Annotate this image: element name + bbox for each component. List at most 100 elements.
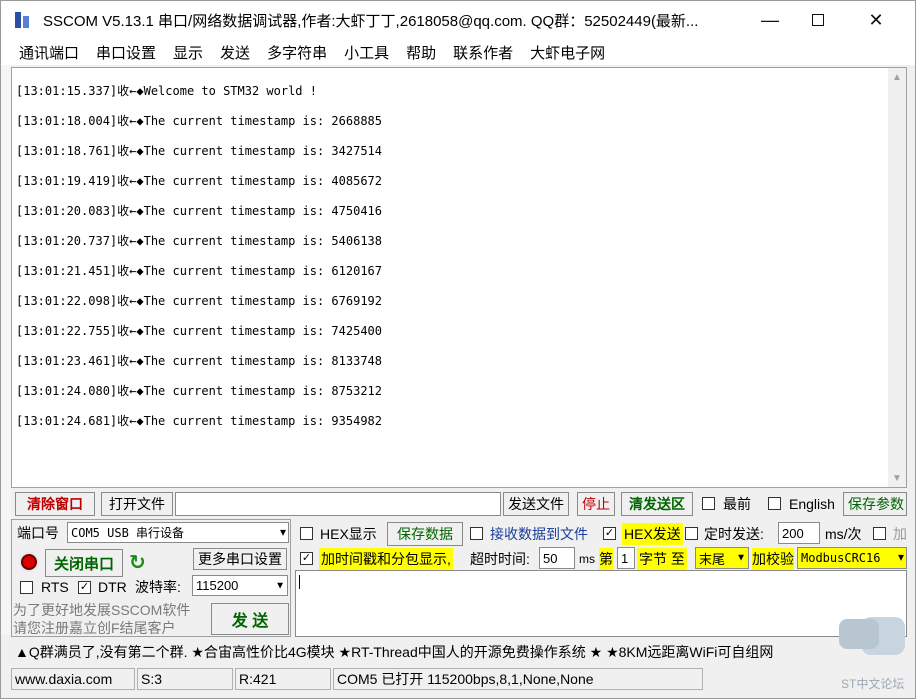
promo-line-1: 为了更好地发展SSCOM软件	[13, 602, 191, 618]
timed-interval-input[interactable]: 200	[778, 522, 820, 544]
maximize-button[interactable]	[789, 1, 847, 39]
dtr-label: DTR	[98, 579, 127, 595]
baud-select[interactable]: 115200 ▼	[192, 575, 288, 596]
timeout-input[interactable]: 50	[539, 547, 575, 569]
checksum-label: 加校验	[752, 548, 794, 570]
status-sent-count: S:3	[137, 668, 233, 690]
save-params-button[interactable]: 保存参数	[843, 492, 907, 516]
rts-label: RTS	[41, 579, 69, 595]
log-line: [13:01:24.080]收←◆The current timestamp i…	[16, 384, 383, 398]
menu-tools[interactable]: 小工具	[344, 42, 389, 63]
chevron-down-icon: ▼	[275, 580, 285, 591]
port-status-led	[21, 554, 37, 570]
menu-port-settings[interactable]: 串口设置	[96, 42, 156, 63]
window-title: SSCOM V5.13.1 串口/网络数据调试器,作者:大虾丁丁,2618058…	[43, 12, 699, 30]
menu-daxia-site[interactable]: 大虾电子网	[530, 42, 605, 63]
menu-display[interactable]: 显示	[173, 42, 203, 63]
status-port-state: COM5 已打开 115200bps,8,1,None,None	[333, 668, 703, 690]
menu-multi-string[interactable]: 多字符串	[267, 42, 327, 63]
byte-range-label: 字节 至	[637, 548, 687, 570]
log-line: [13:01:20.083]收←◆The current timestamp i…	[16, 204, 383, 218]
chevron-down-icon: ▼	[897, 552, 904, 564]
save-data-button[interactable]: 保存数据	[387, 522, 463, 546]
menu-contact[interactable]: 联系作者	[453, 42, 513, 63]
recv-to-file-checkbox[interactable]	[470, 527, 483, 540]
log-line: [13:01:21.451]收←◆The current timestamp i…	[16, 264, 383, 278]
log-line: [13:01:15.337]收←◆Welcome to STM32 world …	[16, 84, 317, 98]
log-line: [13:01:22.098]收←◆The current timestamp i…	[16, 294, 383, 308]
hex-send-checkbox[interactable]: ✓	[603, 527, 616, 540]
chevron-down-icon: ▼	[279, 527, 286, 538]
port-value: COM5 USB 串行设备	[71, 526, 185, 540]
byte-prefix-label: 第	[599, 548, 613, 570]
text-caret	[299, 575, 300, 589]
stop-button[interactable]: 停止	[577, 492, 615, 516]
log-line: [13:01:22.755]收←◆The current timestamp i…	[16, 324, 383, 338]
log-line: [13:01:23.461]收←◆The current timestamp i…	[16, 354, 383, 368]
checksum-select[interactable]: ModbusCRC16 ▼	[797, 547, 907, 569]
dtr-checkbox[interactable]: ✓	[78, 581, 91, 594]
scroll-up-icon[interactable]: ▲	[888, 68, 906, 86]
maximize-icon	[812, 14, 824, 26]
frontmost-label: 最前	[723, 496, 751, 512]
receive-scrollbar[interactable]: ▲ ▼	[888, 68, 906, 487]
watermark: ST中文论坛	[837, 617, 907, 691]
port-label: 端口号	[17, 525, 59, 541]
log-line: [13:01:18.761]收←◆The current timestamp i…	[16, 144, 383, 158]
menu-bar: 通讯端口 串口设置 显示 发送 多字符串 小工具 帮助 联系作者 大虾电子网	[1, 39, 915, 65]
send-file-button[interactable]: 发送文件	[503, 492, 569, 516]
chat-bubble-icon	[839, 619, 879, 649]
send-button[interactable]: 发 送	[211, 603, 289, 635]
menu-help[interactable]: 帮助	[406, 42, 436, 63]
menu-send[interactable]: 发送	[220, 42, 250, 63]
close-port-button[interactable]: 关闭串口	[45, 549, 123, 577]
add-checkbox[interactable]	[873, 527, 886, 540]
byte-end-select[interactable]: 末尾 ▼	[695, 547, 749, 569]
close-icon: ✕	[868, 9, 884, 30]
file-path-input[interactable]	[175, 492, 501, 516]
rts-checkbox[interactable]	[20, 581, 33, 594]
timed-unit-label: ms/次	[825, 526, 862, 542]
checksum-value: ModbusCRC16	[801, 551, 881, 565]
scroll-down-icon[interactable]: ▼	[888, 469, 906, 487]
more-settings-button[interactable]: 更多串口设置	[193, 548, 287, 570]
clear-send-button[interactable]: 清发送区	[621, 492, 693, 516]
timed-send-label: 定时发送:	[704, 526, 764, 542]
chevron-down-icon: ▼	[736, 552, 746, 564]
byte-index-input[interactable]: 1	[617, 547, 635, 569]
status-recv-count: R:421	[235, 668, 331, 690]
refresh-icon[interactable]: ↻	[129, 550, 146, 575]
timestamp-checkbox[interactable]: ✓	[300, 552, 313, 565]
close-button[interactable]: ✕	[847, 1, 905, 39]
app-window: SSCOM V5.13.1 串口/网络数据调试器,作者:大虾丁丁,2618058…	[0, 0, 916, 699]
hex-display-checkbox[interactable]	[300, 527, 313, 540]
status-bar: www.daxia.com S:3 R:421 COM5 已打开 115200b…	[11, 667, 907, 691]
recv-to-file-label: 接收数据到文件	[490, 526, 588, 542]
title-bar: SSCOM V5.13.1 串口/网络数据调试器,作者:大虾丁丁,2618058…	[1, 1, 915, 39]
hex-send-label: HEX发送	[622, 523, 683, 545]
status-site[interactable]: www.daxia.com	[11, 668, 135, 690]
baud-value: 115200	[196, 578, 239, 593]
receive-area[interactable]: [13:01:15.337]收←◆Welcome to STM32 world …	[11, 67, 907, 488]
english-checkbox[interactable]	[768, 497, 781, 510]
log-line: [13:01:20.737]收←◆The current timestamp i…	[16, 234, 383, 248]
port-select[interactable]: COM5 USB 串行设备 ▼	[67, 522, 289, 543]
log-line: [13:01:24.681]收←◆The current timestamp i…	[16, 414, 383, 428]
byte-end-value: 末尾	[699, 551, 726, 567]
open-file-button[interactable]: 打开文件	[101, 492, 173, 516]
clear-window-button[interactable]: 清除窗口	[15, 492, 95, 516]
frontmost-checkbox[interactable]	[702, 497, 715, 510]
announcement-bar[interactable]: ▲Q群满员了,没有第二个群. ★合宙高性价比4G模块 ★RT-Thread中国人…	[11, 640, 907, 664]
log-line: [13:01:19.419]收←◆The current timestamp i…	[16, 174, 383, 188]
watermark-text: ST中文论坛	[841, 677, 905, 691]
left-edge	[1, 65, 11, 635]
english-label: English	[789, 496, 835, 512]
hex-display-label: HEX显示	[320, 526, 377, 542]
timed-send-checkbox[interactable]	[685, 527, 698, 540]
add-label: 加	[893, 526, 907, 542]
timeout-label: 超时时间:	[470, 551, 530, 567]
menu-comm-port[interactable]: 通讯端口	[19, 42, 79, 63]
send-input[interactable]	[295, 570, 907, 637]
app-icon	[13, 10, 33, 30]
minimize-icon: —	[761, 9, 779, 30]
